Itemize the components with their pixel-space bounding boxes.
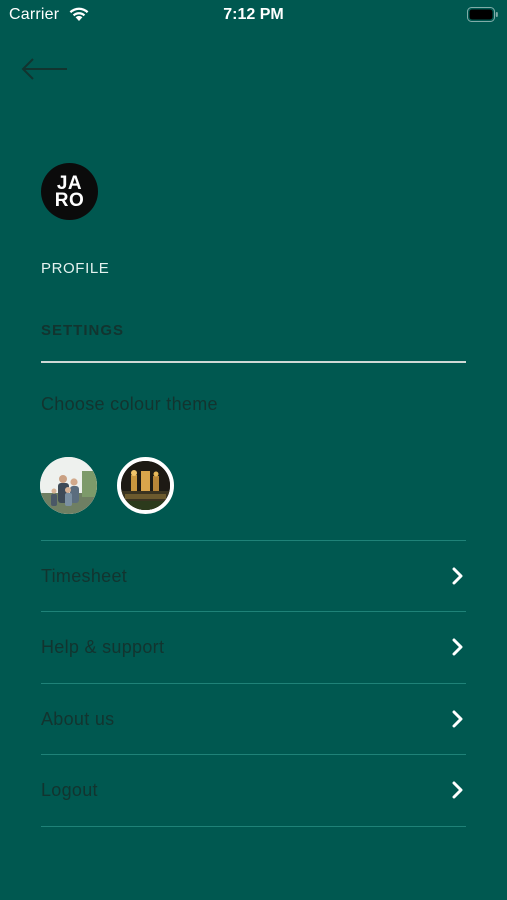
chevron-right-icon — [452, 638, 463, 656]
family-photo-image — [40, 457, 97, 514]
menu-item-label: Timesheet — [41, 566, 128, 586]
back-button[interactable] — [20, 56, 70, 82]
night-photo-image — [121, 461, 170, 510]
menu-item-timesheet[interactable]: Timesheet — [41, 541, 466, 611]
nav-profile[interactable]: PROFILE — [41, 260, 109, 277]
menu-divider — [41, 826, 466, 827]
status-time: 7:12 PM — [223, 6, 284, 23]
menu-item-label: Help & support — [41, 637, 165, 657]
theme-option-family-photo[interactable] — [40, 457, 97, 514]
theme-heading: Choose colour theme — [41, 394, 218, 414]
jaro-logo: JA RO — [41, 163, 98, 220]
battery-icon — [467, 7, 499, 27]
menu-item-help-support[interactable]: Help & support — [41, 612, 466, 682]
menu-item-about-us[interactable]: About us — [41, 684, 466, 754]
logo-line-1: JA — [56, 172, 83, 194]
logo-line-2: RO — [54, 189, 85, 211]
settings-screen: Carrier 7:12 PM JA RO PROFILE SETTINGS C… — [0, 0, 507, 900]
theme-option-night-photo[interactable] — [117, 457, 174, 514]
chevron-right-icon — [452, 567, 463, 585]
arrow-left-icon — [21, 58, 67, 80]
menu-item-logout[interactable]: Logout — [41, 755, 466, 825]
menu-item-label: About us — [41, 709, 115, 729]
settings-active-underline — [41, 361, 466, 363]
nav-settings[interactable]: SETTINGS — [41, 322, 124, 339]
menu-item-label: Logout — [41, 780, 98, 800]
status-bar: Carrier 7:12 PM — [0, 0, 507, 30]
chevron-right-icon — [452, 710, 463, 728]
chevron-right-icon — [452, 781, 463, 799]
